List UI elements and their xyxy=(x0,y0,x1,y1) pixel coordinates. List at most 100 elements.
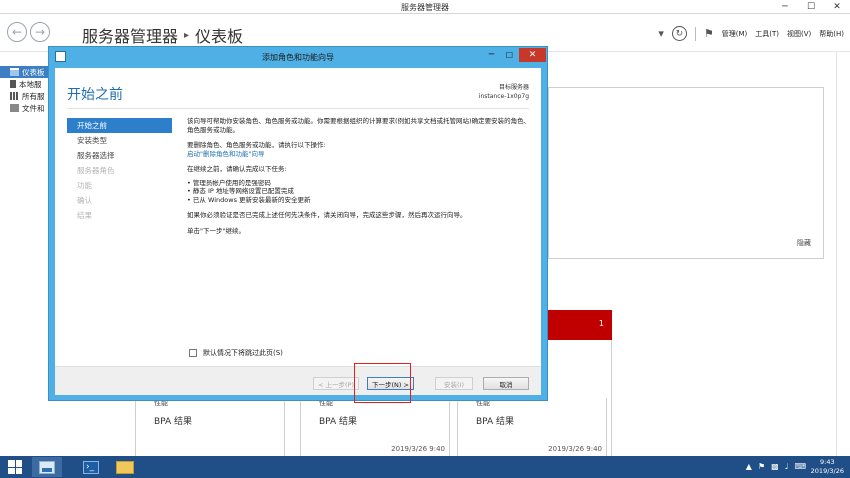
toolbar-divider xyxy=(694,26,696,41)
step-server-selection[interactable]: 服务器选择 xyxy=(67,148,172,163)
server-tile[interactable]: 性能 BPA 结果 2019/3/26 9:40 xyxy=(457,398,607,456)
step-installation-type[interactable]: 安装类型 xyxy=(67,133,172,148)
breadcrumb: 服务器管理器 ▸ 仪表板 xyxy=(82,23,243,47)
step-confirmation: 确认 xyxy=(77,196,92,205)
dialog-minimize-button[interactable]: ─ xyxy=(483,48,500,62)
menu-manage[interactable]: 管理(M) xyxy=(722,29,748,39)
dialog-body: 开始之前 目标服务器 instance-1x0p7g 开始之前 安装类型 服务器… xyxy=(55,68,541,395)
back-arrow-icon[interactable]: ← xyxy=(7,22,27,42)
next-button-highlight xyxy=(354,363,411,403)
step-results: 结果 xyxy=(77,211,92,220)
minimize-button[interactable]: ─ xyxy=(772,0,798,14)
sidebar-item-label: 文件和 xyxy=(22,103,45,113)
window-titlebar: 服务器管理器 ─ ☐ ✕ xyxy=(0,0,850,14)
menu-help[interactable]: 帮助(H) xyxy=(819,29,844,39)
server-tile[interactable]: 性能 BPA 结果 2019/3/26 9:40 xyxy=(300,398,450,456)
step-features: 功能 xyxy=(77,181,92,190)
bpa-label: BPA 结果 xyxy=(319,417,358,427)
dialog-title: 添加角色和功能向导 xyxy=(262,53,334,62)
remove-roles-link[interactable]: 启动"删除角色和功能"向导 xyxy=(187,150,532,159)
install-button[interactable]: 安装(I) xyxy=(435,377,473,390)
breadcrumb-current: 仪表板 xyxy=(195,27,244,46)
tile-timestamp: 2019/3/26 9:40 xyxy=(548,445,602,453)
list-item: • 已从 Windows 更新安装最新的安全更新 xyxy=(187,195,311,204)
file-storage-icon xyxy=(10,104,19,112)
taskbar-powershell[interactable]: ›_ xyxy=(76,457,106,477)
header-toolbar: ▾ ↻ ⚑ 管理(M) 工具(T) 视图(V) 帮助(H) xyxy=(658,26,844,41)
breadcrumb-separator: ▸ xyxy=(184,29,190,41)
intro-text: 该向导可帮助你安装角色、角色服务或功能。你需要根据组织的计算要求(例如共享文档或… xyxy=(187,117,531,134)
powershell-icon: ›_ xyxy=(83,460,99,474)
servers-icon xyxy=(10,92,19,100)
dialog-titlebar[interactable]: 添加角色和功能向导 ─ ☐ ✕ xyxy=(49,47,547,67)
menu-tools[interactable]: 工具(T) xyxy=(755,29,779,39)
hide-link[interactable]: 隐藏 xyxy=(797,238,811,248)
sidebar: 仪表板 本地服 所有服 文件和 xyxy=(0,66,52,114)
volume-icon[interactable]: ♩ xyxy=(785,462,789,471)
network-icon[interactable]: ▩ xyxy=(771,462,779,471)
breadcrumb-root[interactable]: 服务器管理器 xyxy=(82,23,178,47)
alert-tile[interactable]: 1 xyxy=(548,310,612,340)
destination-value: instance-1x0p7g xyxy=(478,93,529,100)
sidebar-item-label: 所有服 xyxy=(22,91,45,101)
action-center-icon[interactable]: ⚑ xyxy=(758,462,765,471)
header-divider xyxy=(67,108,529,109)
step-server-roles: 服务器角色 xyxy=(77,166,115,175)
cancel-button[interactable]: 取消 xyxy=(483,377,529,390)
menu-view[interactable]: 视图(V) xyxy=(787,29,811,39)
server-tile[interactable]: 性能 BPA 结果 xyxy=(135,398,285,456)
windows-start-icon[interactable] xyxy=(8,460,22,474)
skip-page-label: 默认情况下将跳过此页(S) xyxy=(203,349,283,357)
sidebar-item-label: 本地服 xyxy=(19,79,42,89)
destination-server: 目标服务器 instance-1x0p7g xyxy=(479,83,529,101)
clock[interactable]: 9:43 2019/3/26 xyxy=(811,458,844,476)
scrollbar-track xyxy=(836,52,837,456)
forward-arrow-icon[interactable]: → xyxy=(30,22,50,42)
server-manager-icon xyxy=(39,460,55,474)
list-item: • 静态 IP 地址等网络设置已配置完成 xyxy=(187,187,294,195)
window-title: 服务器管理器 xyxy=(401,3,449,12)
taskbar-file-explorer[interactable] xyxy=(110,457,140,477)
clock-date: 2019/3/26 xyxy=(810,467,844,475)
add-roles-wizard-dialog: 添加角色和功能向导 ─ ☐ ✕ 开始之前 目标服务器 instance-1x0p… xyxy=(48,46,548,401)
sidebar-item-all-servers[interactable]: 所有服 xyxy=(0,90,52,102)
sidebar-item-label: 仪表板 xyxy=(22,67,45,77)
continue-text: 单击"下一步"继续。 xyxy=(187,226,245,235)
wizard-content: 该向导可帮助你安装角色、角色服务或功能。你需要根据组织的计算要求(例如共享文档或… xyxy=(187,117,532,242)
dialog-maximize-button[interactable]: ☐ xyxy=(501,48,518,62)
checkbox-box[interactable] xyxy=(189,349,197,357)
tile-timestamp: 2019/3/26 9:40 xyxy=(391,445,445,453)
dashboard-icon xyxy=(10,68,19,76)
dialog-close-button[interactable]: ✕ xyxy=(519,48,546,62)
sidebar-item-dashboard[interactable]: 仪表板 xyxy=(0,66,52,78)
notifications-flag-icon[interactable]: ⚑ xyxy=(704,27,714,40)
folder-icon xyxy=(116,460,134,474)
close-button[interactable]: ✕ xyxy=(824,0,850,14)
refresh-icon[interactable]: ↻ xyxy=(671,26,687,41)
clock-time: 9:43 xyxy=(820,458,835,466)
keyboard-icon[interactable]: ⌨ xyxy=(794,462,806,471)
prerequisites-list: • 管理员帐户使用的是强密码 • 静态 IP 地址等网络设置已配置完成 • 已从… xyxy=(187,179,532,205)
destination-label: 目标服务器 xyxy=(498,84,529,91)
maximize-button[interactable]: ☐ xyxy=(798,0,824,14)
server-icon xyxy=(10,80,16,88)
page-title: 开始之前 xyxy=(67,87,123,103)
tray-arrow-icon[interactable]: ▲ xyxy=(746,462,752,471)
sidebar-item-file-storage[interactable]: 文件和 xyxy=(0,102,52,114)
dropdown-arrow-icon[interactable]: ▾ xyxy=(658,27,664,40)
wizard-steps: 开始之前 安装类型 服务器选择 服务器角色 功能 确认 结果 xyxy=(67,118,172,223)
sidebar-item-local-server[interactable]: 本地服 xyxy=(0,78,52,90)
previous-button[interactable]: < 上一步(P) xyxy=(313,377,359,390)
dialog-button-bar: < 上一步(P) 下一步(N) > 安装(I) 取消 xyxy=(55,366,541,395)
step-before-you-begin[interactable]: 开始之前 xyxy=(67,118,172,133)
bpa-label: BPA 结果 xyxy=(476,417,515,427)
welcome-panel xyxy=(548,87,824,259)
taskbar-server-manager[interactable] xyxy=(32,457,62,477)
taskbar: ›_ ▲ ⚑ ▩ ♩ ⌨ 9:43 2019/3/26 xyxy=(0,456,850,478)
prerequisites-heading: 在继续之前，请确认完成以下任务: xyxy=(187,165,287,173)
verify-text: 如果你必须验证是否已完成上述任何先决条件，请关闭向导，完成这些步骤，然后再次运行… xyxy=(187,211,467,219)
skip-page-checkbox[interactable]: 默认情况下将跳过此页(S) xyxy=(189,348,283,358)
remove-instructions: 要删除角色、角色服务或功能，请执行以下操作: xyxy=(187,141,326,149)
system-tray: ▲ ⚑ ▩ ♩ ⌨ xyxy=(746,462,806,471)
list-item: • 管理员帐户使用的是强密码 xyxy=(187,178,271,187)
